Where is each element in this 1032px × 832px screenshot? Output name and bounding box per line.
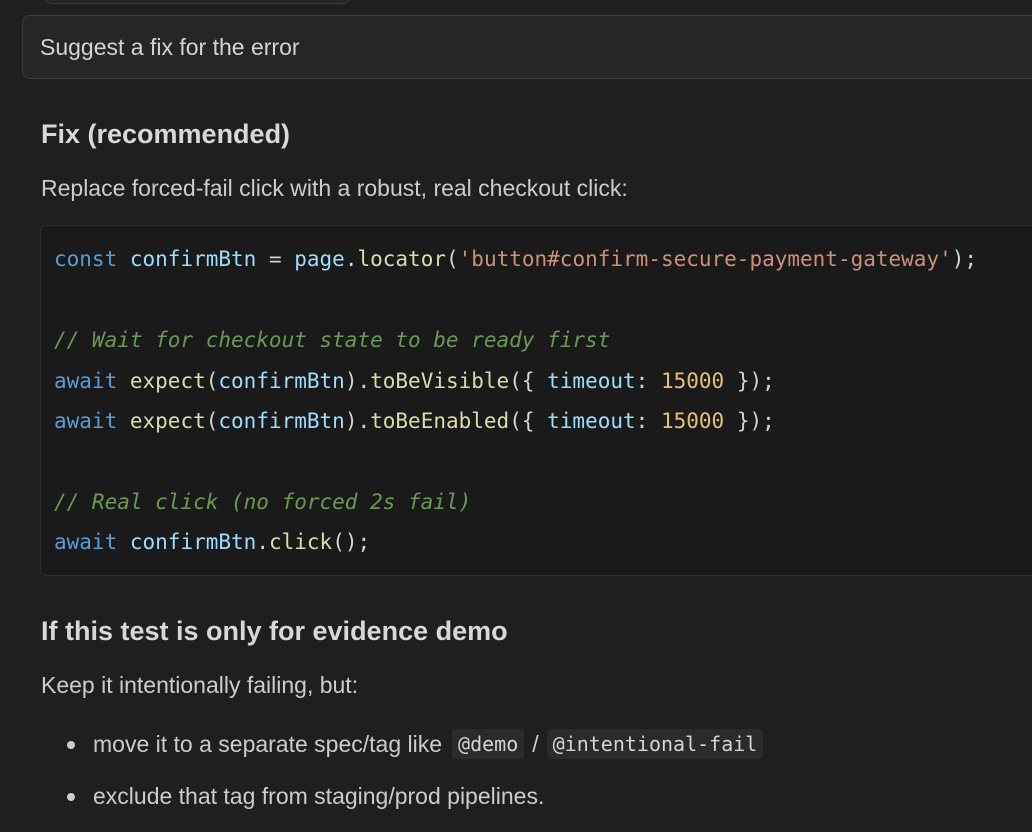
code-token: ); [951, 247, 978, 271]
code-token: const [54, 247, 118, 271]
code-token: : [635, 369, 661, 393]
list-item: move it to a separate spec/tag like @dem… [41, 718, 767, 770]
bullet-text: exclude that tag from staging/prod pipel… [93, 782, 545, 809]
code-line-4: await confirmBtn.click(); [54, 528, 370, 556]
fix-heading: Fix (recommended) [41, 119, 291, 149]
code-token: timeout [547, 409, 636, 433]
code-token: toBeEnabled [370, 409, 510, 433]
code-comment-2: // Real click (no forced 2s fail) [54, 490, 472, 514]
code-token: 'button#confirm-secure-payment-gateway' [458, 247, 952, 271]
code-token: ). [344, 409, 371, 433]
inline-code-demo-tag: @demo [452, 729, 525, 759]
code-token: expect [129, 369, 206, 393]
code-token: page [294, 247, 345, 271]
previous-message-edge [44, 0, 351, 4]
code-token: timeout [547, 369, 636, 393]
code-token: : [635, 409, 661, 433]
code-token: . [344, 247, 358, 271]
code-token: confirmBtn [218, 369, 345, 393]
inline-code-intentional-fail-tag: @intentional-fail [546, 729, 764, 759]
code-line-1: const confirmBtn = page.locator('button#… [54, 245, 977, 273]
code-comment-1: // Wait for checkout state to be ready f… [54, 328, 611, 352]
code-token: ({ [509, 409, 548, 433]
code-line-2: await expect(confirmBtn).toBeVisible({ t… [54, 367, 775, 395]
code-line-3: await expect(confirmBtn).toBeEnabled({ t… [54, 407, 775, 435]
code-token: expect [129, 409, 206, 433]
bullet-separator: / [532, 730, 539, 757]
code-token: ({ [509, 369, 548, 393]
code-token: confirmBtn [129, 530, 257, 554]
code-token: 15000 [660, 369, 725, 393]
code-token: 15000 [660, 409, 725, 433]
code-token: }); [724, 369, 775, 393]
code-token: click [268, 530, 333, 554]
code-token: toBeVisible [370, 369, 510, 393]
code-token: await [54, 369, 118, 393]
code-token: confirmBtn [218, 409, 345, 433]
user-prompt-text: Suggest a fix for the error [40, 33, 300, 60]
code-token: await [54, 530, 118, 554]
code-token: ( [205, 409, 219, 433]
demo-heading: If this test is only for evidence demo [41, 616, 508, 646]
code-token: = [256, 247, 295, 271]
fix-intro-text: Replace forced-fail click with a robust,… [41, 175, 628, 201]
bullet-list: move it to a separate spec/tag like @dem… [41, 718, 767, 822]
bullet-text: move it to a separate spec/tag like [93, 730, 443, 757]
list-item: exclude that tag from staging/prod pipel… [41, 770, 767, 822]
code-token: locator [357, 247, 446, 271]
user-prompt-bubble: Suggest a fix for the error [22, 15, 1032, 79]
code-block[interactable]: const confirmBtn = page.locator('button#… [40, 225, 1032, 576]
code-token: ). [344, 369, 371, 393]
demo-intro-text: Keep it intentionally failing, but: [41, 672, 359, 698]
code-token: . [256, 530, 269, 554]
bullet-icon [67, 741, 75, 749]
code-token: ( [446, 247, 459, 271]
bullet-icon [67, 793, 75, 801]
code-token: (); [332, 530, 371, 554]
code-token: confirmBtn [129, 247, 257, 271]
code-token: await [54, 409, 118, 433]
code-token: ( [205, 369, 219, 393]
code-token: }); [724, 409, 775, 433]
